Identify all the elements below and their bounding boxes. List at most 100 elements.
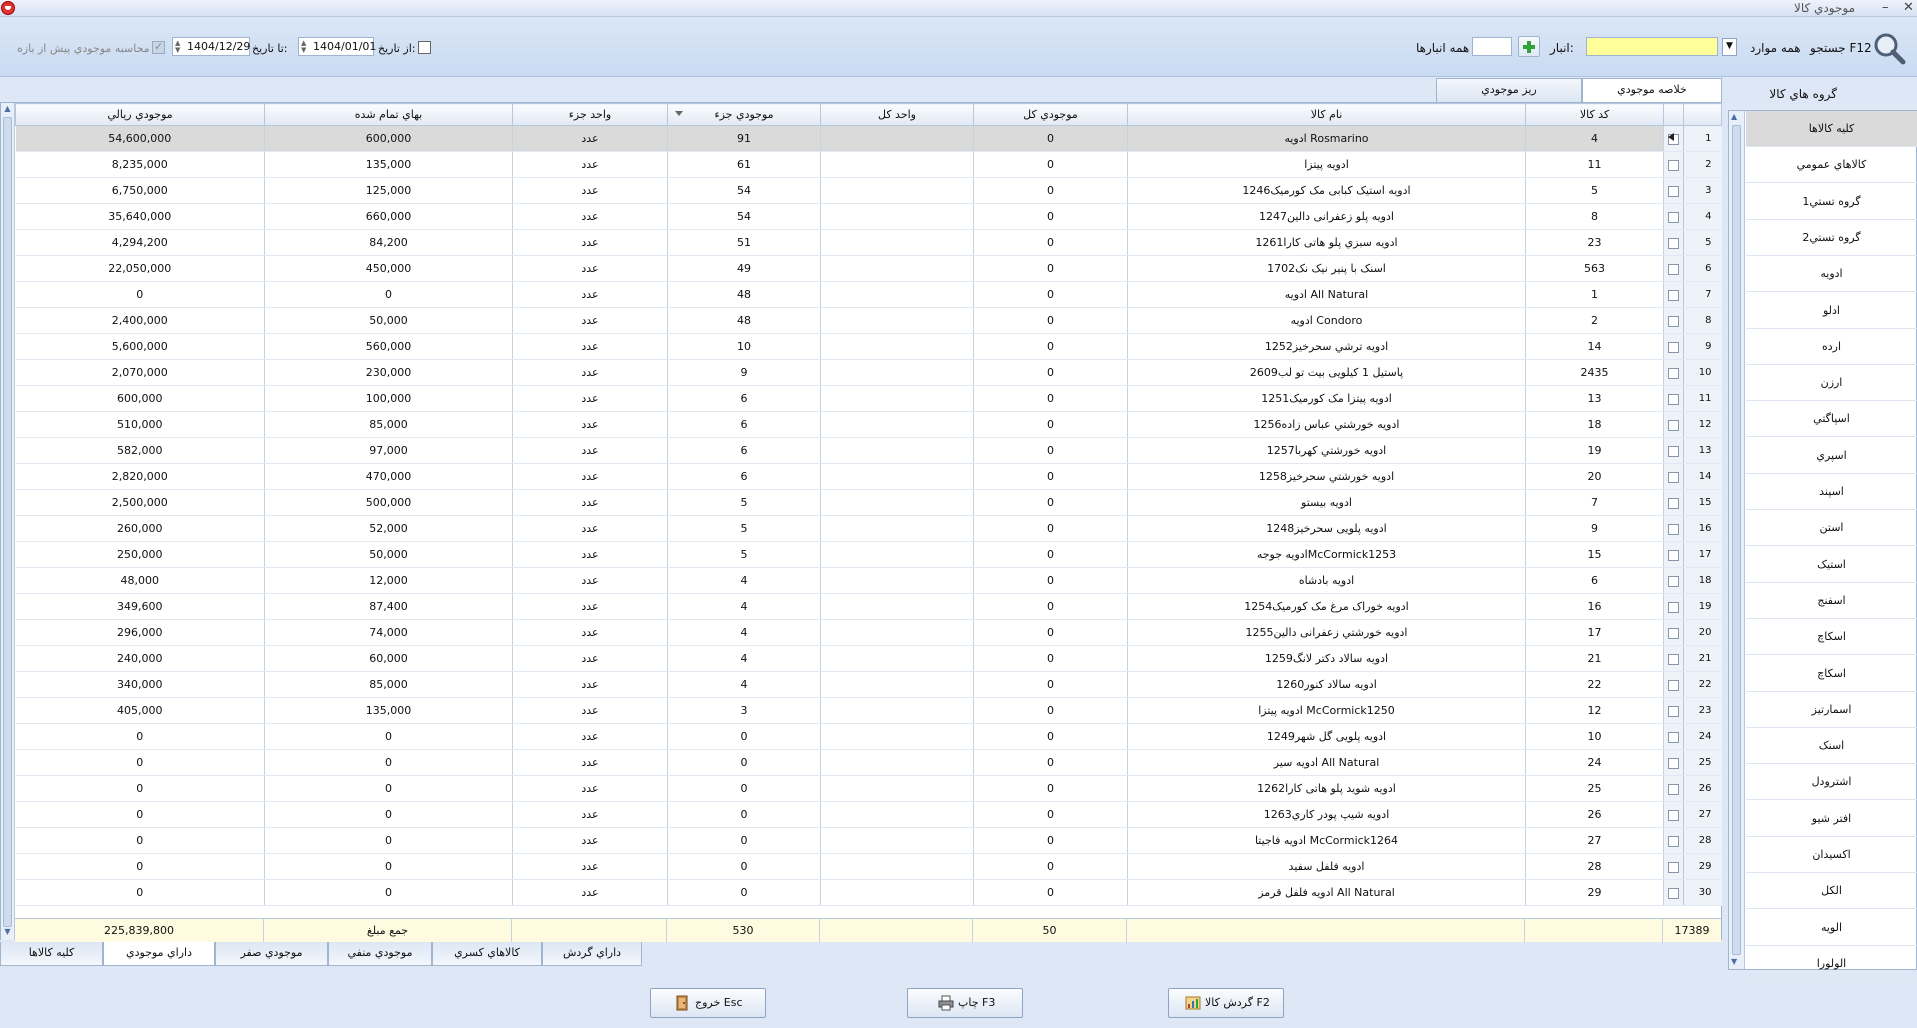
table-row[interactable]: 4,294,200 84,200 عدد 51 0 ادویه سبزي پلو هاتی… — [15, 229, 1722, 256]
scroll-down-icon[interactable]: ▼ — [1731, 957, 1737, 966]
tab-stock-summary[interactable]: خلاصه موجودي — [1582, 78, 1722, 104]
table-row[interactable]: 0 0 عدد 48 0 ادویه All Natural 1 7 — [15, 281, 1722, 308]
table-row[interactable]: 0 0 عدد 0 0 ادویه فاجیتا McCormick1264 27 28 — [15, 827, 1722, 854]
close-button[interactable]: ✕ — [1903, 0, 1914, 15]
table-row[interactable]: 6,750,000 125,000 عدد 54 0 ادویه استیک کبابی … — [15, 177, 1722, 204]
tab-in-stock[interactable]: داراي موجودي — [103, 942, 215, 966]
sidebar-item[interactable]: اسپاگتي — [1746, 401, 1917, 438]
sidebar-item[interactable]: گروه تستي2 — [1746, 220, 1917, 256]
table-row[interactable]: 48,000 12,000 عدد 4 0 ادویه بادشاه 6 18 — [15, 567, 1722, 594]
tab-with-turnover[interactable]: داراي گردش — [542, 942, 642, 966]
col-header-total-stock[interactable]: موجودي کل — [973, 103, 1128, 126]
spin-icon[interactable]: ▲ ▼ — [301, 40, 306, 54]
row-checkbox[interactable] — [1668, 627, 1679, 639]
row-checkbox[interactable] — [1668, 705, 1679, 717]
table-row[interactable]: 405,000 135,000 عدد 3 0 ادویه پیتزا McCormick… — [15, 697, 1722, 724]
table-row[interactable]: 510,000 85,000 عدد 6 0 ادویه خورشتي عباس زاده… — [15, 411, 1722, 438]
sidebar-item[interactable]: اشترودل — [1746, 764, 1917, 801]
row-checkbox[interactable] — [1668, 679, 1679, 691]
table-row[interactable]: 240,000 60,000 عدد 4 0 ادویه سالاد دکتر لانگ1… — [15, 645, 1722, 672]
col-header-item-code[interactable]: کد کالا — [1525, 103, 1664, 126]
row-checkbox[interactable] — [1668, 263, 1679, 275]
to-date-field[interactable]: ▲ ▼ 1404/12/29 — [172, 37, 250, 56]
row-checkbox[interactable] — [1668, 757, 1679, 769]
sidebar-item[interactable]: ارده — [1746, 329, 1917, 365]
add-warehouse-button[interactable] — [1518, 36, 1540, 57]
print-button[interactable]: چاپ F3 — [907, 988, 1023, 1018]
table-row[interactable]: 600,000 100,000 عدد 6 0 ادویه پیتزا مک کورمیک… — [15, 385, 1722, 412]
row-checkbox[interactable] — [1668, 315, 1679, 327]
table-row[interactable]: 2,400,000 50,000 عدد 48 0 ادویه Condoro 2 8 — [15, 307, 1722, 334]
sidebar-item[interactable]: الکل — [1746, 873, 1917, 910]
sidebar-item[interactable]: استیک — [1746, 547, 1917, 583]
row-checkbox[interactable] — [1668, 211, 1679, 223]
table-row[interactable]: 0 0 عدد 0 0 ادویه شوید پلو هاتی کارا1262 25 26 — [15, 775, 1722, 802]
tab-all-items[interactable]: کلیه کالاها — [0, 942, 103, 966]
table-row[interactable]: 0 0 عدد 0 0 ادویه پلویی گل شهر1249 10 24 — [15, 723, 1722, 750]
sidebar-item[interactable]: اسنک — [1746, 728, 1917, 765]
sidebar-item[interactable]: استن — [1746, 510, 1917, 547]
row-checkbox[interactable] — [1668, 185, 1679, 197]
table-row[interactable]: 250,000 50,000 عدد 5 0 ادویه جوجهMcCormick125… — [15, 541, 1722, 568]
spin-icon[interactable]: ▲ ▼ — [175, 40, 180, 54]
row-checkbox[interactable] — [1668, 497, 1679, 509]
row-checkbox[interactable] — [1668, 835, 1679, 847]
sidebar-item[interactable]: الویه — [1746, 910, 1917, 946]
table-row[interactable]: 2,500,000 500,000 عدد 5 0 ادویه بیستو 7 15 — [15, 489, 1722, 516]
row-checkbox[interactable] — [1668, 783, 1679, 795]
sidebar-item[interactable]: افتر شیو — [1746, 801, 1917, 837]
calc-before-range-checkbox[interactable] — [152, 40, 165, 54]
tab-shortage-items[interactable]: کالاهاي کسري — [432, 942, 542, 966]
row-checkbox[interactable] — [1668, 393, 1679, 405]
row-checkbox[interactable] — [1668, 601, 1679, 613]
sidebar-scrollbar[interactable]: ▲ ▼ — [1729, 111, 1745, 969]
sidebar-item[interactable]: گروه تستي1 — [1746, 184, 1917, 220]
sidebar-item[interactable]: اسفنج — [1746, 583, 1917, 619]
table-row[interactable]: 22,050,000 450,000 عدد 49 0 اسنک با پنیر نیک … — [15, 255, 1722, 282]
table-row[interactable]: 54,600,000 600,000 عدد 91 0 ادویه Rosmarino 4 1 — [15, 125, 1722, 152]
table-row[interactable]: 35,640,000 660,000 عدد 54 0 ادویه پلو زعفرانی… — [15, 203, 1722, 230]
sidebar-item[interactable]: الولورا — [1746, 946, 1917, 982]
table-row[interactable]: 349,600 87,400 عدد 4 0 ادویه خوراک مرغ مک کور… — [15, 593, 1722, 620]
exit-button[interactable]: خروج Esc — [650, 988, 766, 1018]
table-row[interactable]: 5,600,000 560,000 عدد 10 0 ادویه ترشي سحرخیز1… — [15, 333, 1722, 360]
scroll-thumb[interactable] — [3, 117, 12, 927]
row-checkbox[interactable] — [1668, 861, 1679, 873]
sidebar-item[interactable]: کلیه کالاها — [1746, 111, 1917, 147]
sidebar-item[interactable]: اکسیدان — [1746, 837, 1917, 873]
col-header-part-unit[interactable]: واحد جزء — [512, 103, 668, 126]
table-row[interactable]: 0 0 عدد 0 0 ادویه سیر All Natural 24 25 — [15, 749, 1722, 776]
row-checkbox[interactable] — [1668, 159, 1679, 171]
grid-scrollbar[interactable]: ▲ ▼ — [1, 103, 15, 940]
table-row[interactable]: 340,000 85,000 عدد 4 0 ادویه سالاد کنور1260 22… — [15, 671, 1722, 698]
row-checkbox[interactable] — [1668, 549, 1679, 561]
scroll-down-icon[interactable]: ▼ — [2, 927, 13, 939]
scroll-up-icon[interactable]: ▲ — [1731, 112, 1737, 121]
sidebar-item[interactable]: اسکاچ — [1746, 619, 1917, 656]
sidebar-item[interactable]: ادلو — [1746, 293, 1917, 329]
row-checkbox[interactable] — [1668, 445, 1679, 457]
table-row[interactable]: 296,000 74,000 عدد 4 0 ادویه خورشتي زعفرانی د… — [15, 619, 1722, 646]
chevron-down-icon[interactable]: ▼ — [1722, 38, 1737, 56]
sidebar-item[interactable]: اسکاچ — [1746, 656, 1917, 692]
row-checkbox[interactable] — [1668, 471, 1679, 483]
from-date-checkbox[interactable] — [418, 41, 431, 54]
table-row[interactable]: 8,235,000 135,000 عدد 61 0 ادویه پیتزا 11 2 — [15, 151, 1722, 178]
col-header-part-stock[interactable]: موجودي جزء — [667, 103, 821, 126]
table-row[interactable]: 0 0 عدد 0 0 ادویه فلفل قرمز All Natural 29 30 — [15, 879, 1722, 906]
sidebar-item[interactable]: کالاهاي عمومي — [1746, 147, 1917, 184]
sidebar-item[interactable]: اسمارتیز — [1746, 692, 1917, 728]
tab-stock-detail[interactable]: ریز موجودي — [1436, 78, 1582, 102]
row-checkbox[interactable] — [1668, 341, 1679, 353]
row-checkbox[interactable] — [1668, 367, 1679, 379]
table-row[interactable]: 0 0 عدد 0 0 ادویه شیپ پودر کاري1263 26 27 — [15, 801, 1722, 828]
row-checkbox[interactable] — [1668, 653, 1679, 665]
scroll-thumb[interactable] — [1732, 125, 1741, 955]
search-input[interactable] — [1586, 37, 1718, 56]
from-date-field[interactable]: ▲ ▼ 1404/01/01 — [298, 37, 376, 56]
item-turnover-button[interactable]: گردش کالا F2 — [1168, 988, 1284, 1018]
sidebar-item[interactable]: اسپري — [1746, 438, 1917, 474]
minimize-button[interactable]: – — [1882, 0, 1889, 15]
app-logo-icon[interactable] — [1, 1, 15, 15]
col-header-total-unit[interactable]: واحد کل — [820, 103, 974, 126]
